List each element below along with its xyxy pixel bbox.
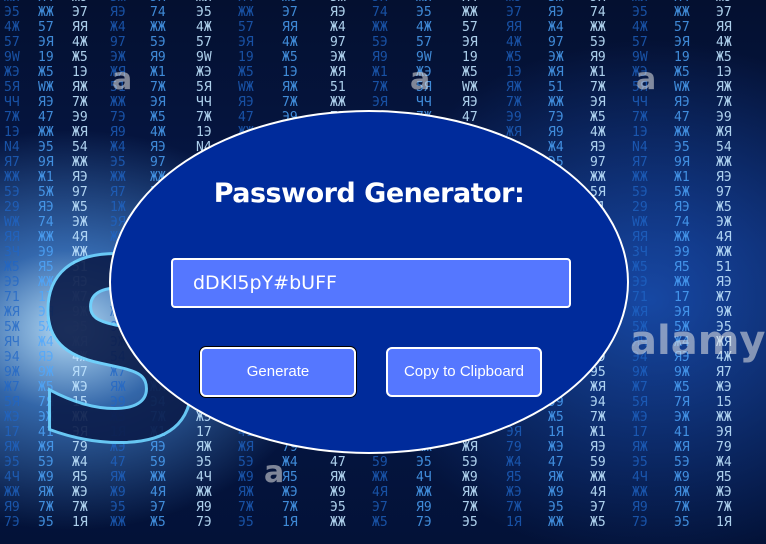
- watermark-letter: a: [264, 455, 285, 490]
- password-generator-card: Password Generator: Generate Copy to Cli…: [109, 110, 629, 454]
- matrix-column: ЖИ Э5 4Ж 57 9W ЖЭ 5Я ЧЧ 7Ж 1Э N4 Я7 ЖЖ 5…: [4, 0, 20, 530]
- generate-button[interactable]: Generate: [200, 347, 356, 397]
- password-output-field[interactable]: [171, 258, 571, 308]
- page-title: Password Generator:: [213, 178, 525, 209]
- watermark-letter: a: [112, 62, 133, 97]
- watermark-letter: a: [410, 62, 431, 97]
- matrix-column: Я4 ЖЖ 57 ЭЯ 19 Ж5 WЖ ЯЭ 47 ЖЖ Э5 9Я Ж1 5…: [674, 0, 690, 530]
- watermark-letter: a: [636, 62, 657, 97]
- matrix-column: Ж9 Э7 ЯЯ 4Ж Ж5 1Э ЯЖ 7Ж Э9 ЖЯ 54 ЖЖ ЯЭ 9…: [716, 0, 732, 530]
- copy-to-clipboard-button[interactable]: Copy to Clipboard: [386, 347, 542, 397]
- watermark-logo: alamy: [630, 318, 766, 364]
